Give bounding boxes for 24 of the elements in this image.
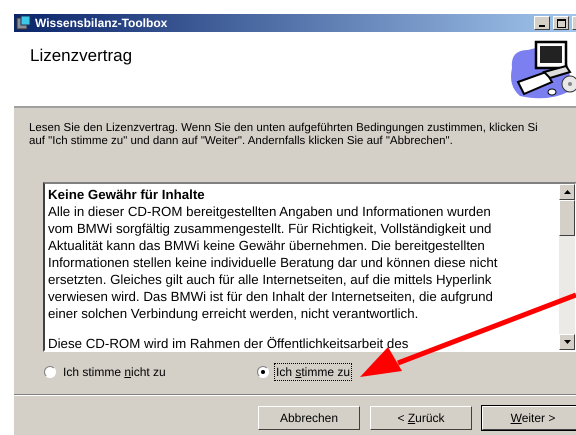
scroll-down-button[interactable] (559, 334, 575, 350)
maximize-button[interactable] (553, 16, 569, 30)
scroll-thumb[interactable] (559, 200, 575, 236)
scrollbar[interactable] (559, 184, 575, 350)
page-title: Lizenzvertrag (30, 46, 132, 66)
maximize-icon (556, 18, 566, 28)
scroll-up-button[interactable] (559, 184, 575, 200)
radio-label[interactable]: Ich stimme nicht zu (61, 363, 168, 381)
license-next-line: Diese CD-ROM wird im Rahmen der Öffentlichkeitsarbeit des (48, 336, 410, 350)
dialog-button[interactable]: < Zurück (370, 406, 472, 430)
application-icon (16, 15, 32, 31)
window-title: Wissensbilanz-Toolbox (35, 16, 168, 30)
license-heading: Keine Gewähr für Inhalte (48, 186, 206, 203)
minimize-button[interactable] (534, 16, 550, 30)
license-text-box[interactable] (43, 182, 576, 352)
dialog-button[interactable]: Weiter > (482, 406, 576, 430)
dialog-button[interactable]: Abbrechen (258, 406, 360, 430)
down-arrow-icon (564, 340, 570, 344)
radio-button[interactable] (44, 366, 56, 378)
up-arrow-icon (564, 190, 570, 194)
instruction-text: Lesen Sie den Lizenzvertrag. Wenn Sie den unten aufgeführten Bedingungen zustimmen, klicken Si auf "Ich stimme zu" und dann auf "Weiter". Andernfalls klicken Sie auf "Abbrechen". (29, 122, 539, 148)
license-paragraph: Alle in dieser CD-ROM bereitgestellten Angaben und Informationen wurden vom BMWi sorgfältig zusammengestellt. Für Richtigkeit, Vollständigkeit und Aktualität kann das BMWi keine Gewähr übernehmen. Die bereitgestellten Informationen stellen keine individuelle Beratung dar und können diese nicht ersetzten. Gleiches gilt auch für alle Internetseiten, auf die mittels Hyperlink verwiesen wird. Das BMWi ist für den Inhalt der Internetseiten, die aufgrund einer solchen Verbindung erreicht werden, nicht verantwortlich. (48, 203, 498, 322)
radio-label[interactable]: Ich stimme zu (274, 363, 352, 381)
radio-button[interactable] (257, 366, 269, 378)
